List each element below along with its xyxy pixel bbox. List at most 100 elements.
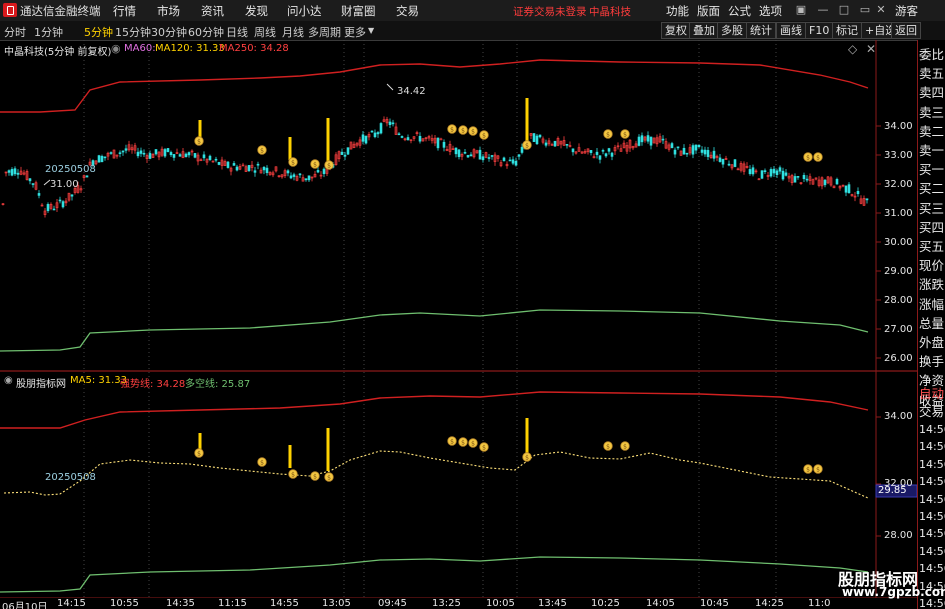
quote-field-0: 委比 (919, 47, 945, 62)
time-label-12: 14:05 (646, 598, 675, 609)
candle-body (139, 150, 143, 154)
kline-chart-area[interactable]: $ $ $ $ $ $ $ $ $ $ $ $ $ $ $ $ $ $ $ $ $ $ $ $ $ $ $ $ (0, 40, 917, 609)
period-month[interactable]: 月线 (282, 24, 304, 40)
overlay-button[interactable]: 叠加 (689, 22, 719, 39)
svg-text:$: $ (260, 460, 264, 467)
svg-text:$: $ (260, 148, 264, 155)
period-tick[interactable]: 分时 (4, 24, 26, 40)
menu-ask[interactable]: 问小达 (287, 3, 322, 19)
candle-body (712, 150, 716, 159)
candle-body (823, 179, 827, 186)
candle-body (61, 201, 65, 208)
quote-field-1: 卖五 (919, 66, 945, 82)
menu-market[interactable]: 市场 (157, 3, 180, 19)
period-toolbar: 分时 1分钟 5分钟 15分钟 30分钟 60分钟 日线 周线 月线 多周期 更… (0, 21, 945, 41)
candle-body (793, 176, 797, 183)
svg-text:$: $ (197, 451, 201, 458)
candle-body (154, 149, 158, 155)
chart-settings-icon[interactable]: ◉ (111, 42, 121, 55)
menu-wealth[interactable]: 财富圈 (341, 3, 376, 19)
sub-settings-icon[interactable]: ◉ (4, 375, 13, 386)
more-dropdown-icon[interactable]: ▼ (368, 26, 374, 35)
f10-button[interactable]: F10 (805, 22, 834, 39)
menu-discover[interactable]: 发现 (245, 3, 268, 19)
candle-body (700, 149, 704, 153)
login-notice[interactable]: 证券交易未登录 (513, 4, 587, 19)
candle-body (346, 147, 350, 155)
fuquan-button[interactable]: 复权 (661, 22, 691, 39)
skin-icon[interactable]: ▣ (793, 3, 809, 17)
candle-body (520, 146, 524, 153)
side-lower-item-0[interactable]: 自动 (919, 385, 945, 402)
candle-body (16, 172, 20, 175)
quote-field-3: 卖三 (919, 104, 945, 120)
period-60min[interactable]: 60分钟 (188, 24, 224, 40)
candle-body (172, 154, 176, 158)
time-label-14: 14:25 (755, 598, 784, 609)
time-label-1: 14:15 (57, 598, 86, 609)
quote-field-16: 换手 (919, 354, 945, 370)
period-week[interactable]: 周线 (254, 24, 276, 40)
close-icon[interactable]: ✕ (873, 3, 889, 17)
period-1min[interactable]: 1分钟 (34, 24, 63, 40)
svg-text:$: $ (291, 472, 295, 479)
period-day[interactable]: 日线 (226, 24, 248, 40)
svg-text:$: $ (471, 441, 475, 448)
expand-icon[interactable]: ◇ (848, 42, 857, 56)
candle-body (304, 178, 308, 181)
candle-body (685, 152, 689, 155)
period-5min[interactable]: 5分钟 (84, 24, 113, 40)
candle-body (802, 175, 806, 179)
multi-stock-button[interactable]: 多股 (717, 22, 747, 39)
restore-icon[interactable]: ▭ (857, 3, 873, 17)
svg-text:$: $ (313, 474, 317, 481)
candle-body (28, 178, 32, 182)
candle-body (805, 178, 809, 181)
quote-field-4: 卖二 (919, 123, 945, 139)
strong-line-label: 强势线: 34.28 (120, 379, 186, 390)
menu-options[interactable]: 选项 (759, 3, 782, 19)
maximize-icon[interactable]: □ (836, 3, 852, 17)
candle-body (103, 156, 107, 159)
money-bag-icon: $ (813, 152, 823, 162)
sub-y-tick-28: 28.00 (884, 530, 913, 541)
draw-button[interactable]: 画线 (776, 22, 806, 39)
minimize-icon[interactable]: — (815, 3, 831, 17)
bull-bear-line-label: 多空线: 25.87 (185, 379, 251, 390)
candlesticks (1, 116, 869, 218)
candle-body (763, 170, 767, 173)
y-tick-33: 33.00 (884, 150, 913, 161)
menu-formula[interactable]: 公式 (728, 3, 751, 19)
guest-login[interactable]: 游客 (895, 3, 918, 19)
svg-text:$: $ (327, 475, 331, 482)
candle-body (718, 157, 722, 162)
candle-body (379, 123, 383, 134)
candle-body (289, 175, 293, 179)
candle-body (439, 138, 443, 141)
menu-news[interactable]: 资讯 (201, 3, 224, 19)
menu-function[interactable]: 功能 (666, 3, 689, 19)
sub-chart-title: 股朋指标网 (16, 379, 66, 390)
menu-trade[interactable]: 交易 (396, 3, 419, 19)
side-lower-item-1[interactable]: 交易 (919, 403, 945, 420)
candle-body (481, 156, 485, 161)
period-15min[interactable]: 15分钟 (115, 24, 151, 40)
candle-body (646, 135, 650, 142)
period-30min[interactable]: 30分钟 (151, 24, 187, 40)
side-lower-item-7: 14:56 (919, 510, 945, 523)
menu-quote[interactable]: 行情 (113, 3, 136, 19)
candle-body (442, 141, 446, 148)
close-main-chart-icon[interactable]: ✕ (866, 42, 876, 56)
money-bag-icon: $ (447, 436, 457, 446)
candle-body (706, 150, 710, 157)
back-button[interactable]: 返回 (891, 22, 921, 39)
mark-button[interactable]: 标记 (832, 22, 862, 39)
money-bag-icon: $ (603, 441, 613, 451)
candle-body (751, 167, 755, 175)
period-more[interactable]: 更多 (344, 24, 366, 40)
stats-button[interactable]: 统计 (746, 22, 776, 39)
menu-layout[interactable]: 版面 (697, 3, 720, 19)
candle-body (778, 167, 782, 172)
period-multi[interactable]: 多周期 (308, 24, 341, 40)
candle-body (316, 170, 320, 173)
